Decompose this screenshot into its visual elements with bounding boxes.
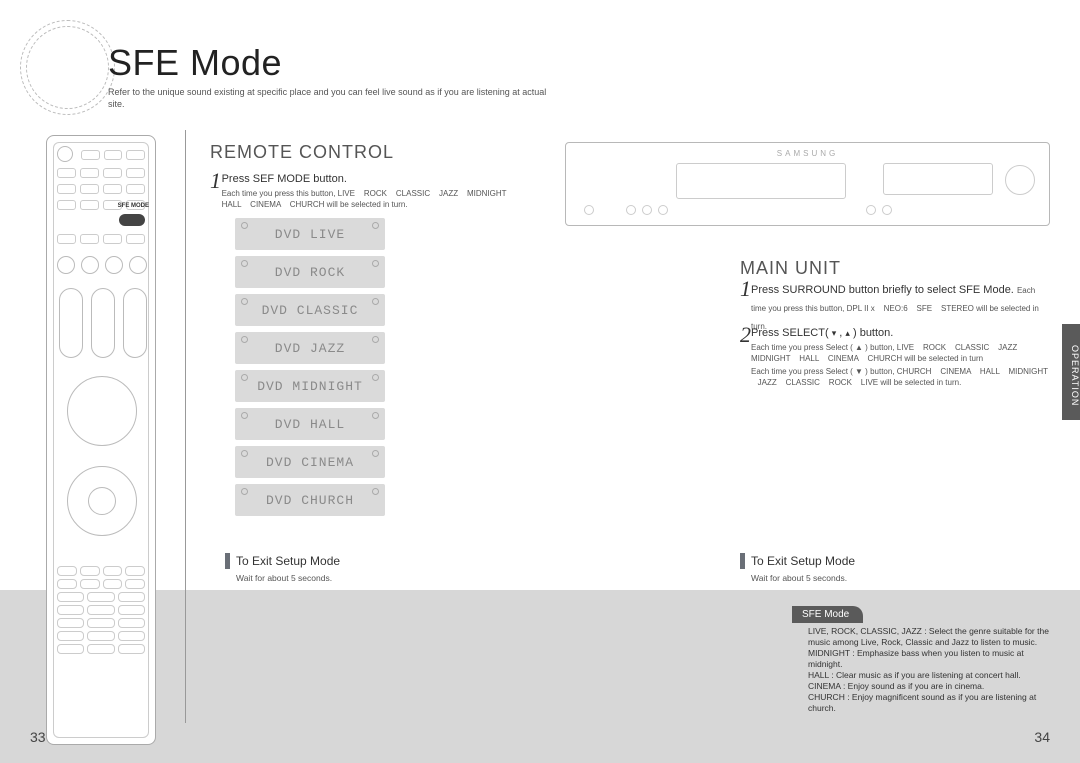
decorative-ring [20,20,115,115]
remote-control-illustration: SFE MODE [46,135,156,745]
lcd-display-list: DVD LIVE DVD ROCK DVD CLASSIC DVD JAZZ D… [235,218,385,516]
rc-exit-block: To Exit Setup Mode Wait for about 5 seco… [225,553,340,583]
mu-exit-block: To Exit Setup Mode Wait for about 5 seco… [740,553,855,583]
page-subtitle: Refer to the unique sound existing at sp… [108,86,548,110]
remote-control-heading: REMOTE CONTROL [210,142,394,163]
mu-step2-detail-b: Each time you press Select ( ▼ ) button,… [751,366,1050,388]
rc-step1-number: 1 [210,172,222,210]
unit-brand: SAMSUNG [777,149,838,158]
mu-step1-text-a: Press SURROUND button briefly to select … [751,284,1017,296]
lcd-item: DVD LIVE [235,218,385,250]
mu-step-2: 2 Press SELECT( ▾ , ▴ ) button. Each tim… [740,326,1050,388]
rc-exit-note: Wait for about 5 seconds. [236,573,340,583]
exit-marker-icon [740,553,745,569]
mu-exit-note: Wait for about 5 seconds. [751,573,855,583]
lcd-item: DVD CLASSIC [235,294,385,326]
lcd-item: DVD JAZZ [235,332,385,364]
exit-marker-icon [225,553,230,569]
mu-exit-label: To Exit Setup Mode [751,554,855,568]
sfe-mode-info-body: LIVE, ROCK, CLASSIC, JAZZ : Select the g… [808,626,1058,714]
main-unit-heading: MAIN UNIT [740,258,841,279]
sfe-mode-button-label: SFE MODE [118,203,149,209]
chevron-down-icon: ▾ [832,326,837,340]
lcd-item: DVD ROCK [235,256,385,288]
lcd-item: DVD CINEMA [235,446,385,478]
main-unit-illustration: SAMSUNG [565,142,1050,226]
chevron-up-icon: ▴ [845,326,850,340]
rc-step1-detail: Each time you press this button, LIVE RO… [222,188,530,210]
vertical-divider [185,130,186,723]
rc-step-1: 1 Press SEF MODE button. Each time you p… [210,172,530,210]
page-number-left: 33 [30,729,46,745]
rc-exit-label: To Exit Setup Mode [236,554,340,568]
lcd-item: DVD CHURCH [235,484,385,516]
page-title: SFE Mode [108,42,282,84]
mu-step2-text: Press SELECT( ▾ , ▴ ) button. [751,326,1050,340]
sfe-mode-info-tab: SFE Mode [792,606,863,623]
operation-side-tab: OPERATION [1062,324,1080,420]
rc-step1-text: Press SEF MODE button. [222,172,530,186]
mu-step2-number: 2 [740,326,751,388]
mu-step2-detail-a: Each time you press Select ( ▲ ) button,… [751,342,1050,364]
page-number-right: 34 [1034,729,1050,745]
lcd-item: DVD MIDNIGHT [235,370,385,402]
lcd-item: DVD HALL [235,408,385,440]
sfe-mode-button-icon [119,214,145,226]
